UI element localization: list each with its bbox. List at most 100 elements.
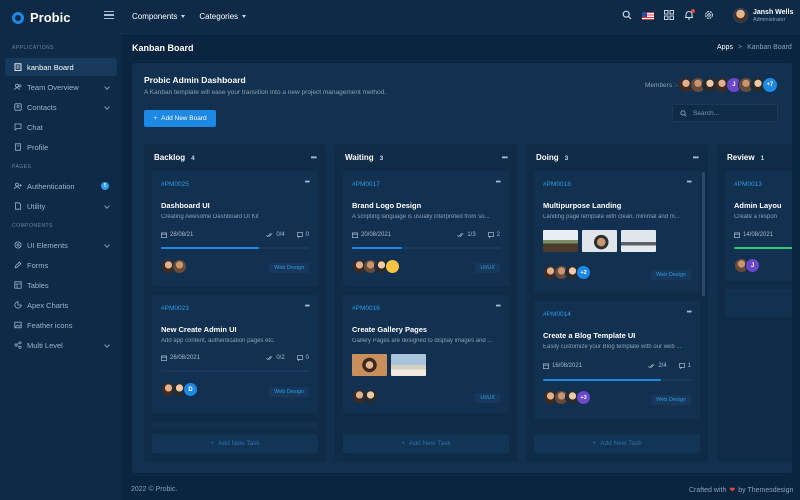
user-info: Jansh Wells Administrator	[753, 9, 793, 23]
logo[interactable]: Probic	[12, 10, 70, 25]
section-pages: PAGES	[12, 164, 32, 170]
apps-grid-icon[interactable]	[664, 10, 674, 20]
search-icon[interactable]	[622, 10, 632, 20]
footer-author[interactable]: by Themesdesign	[738, 487, 793, 494]
task-id[interactable]: #PM0016	[352, 305, 380, 312]
us-flag-icon[interactable]	[642, 12, 654, 20]
user-name: Jansh Wells	[753, 8, 794, 16]
task-card[interactable]: #PM0016 ••• Create Gallery Pages Gallery…	[343, 295, 509, 413]
user-menu[interactable]: Jansh Wells Administrator	[733, 8, 793, 23]
assignee-avatar[interactable]	[363, 389, 378, 404]
sidebar-item-utility[interactable]: Utility	[5, 197, 117, 215]
more-options-icon[interactable]: •••	[305, 303, 310, 310]
components-menu[interactable]: Components	[132, 12, 186, 21]
sidebar: APPLICATIONS kanban Board Team Overview …	[0, 34, 122, 500]
menu-toggle-icon[interactable]	[104, 11, 114, 19]
breadcrumb: Apps > Kanban Board	[717, 44, 792, 51]
more-assignees-badge[interactable]: +3	[576, 390, 591, 405]
sidebar-item-authentication[interactable]: Authentication 5	[5, 177, 117, 195]
plus-icon: +	[592, 440, 597, 447]
sidebar-item-profile[interactable]: Profile	[5, 138, 117, 156]
sidebar-item-multi-level[interactable]: Multi Level	[5, 336, 117, 354]
more-options-icon[interactable]: •••	[502, 153, 508, 162]
check-double-icon	[648, 364, 655, 369]
more-options-icon[interactable]: •••	[496, 303, 501, 310]
sidebar-item-contacts[interactable]: Contacts	[5, 98, 117, 116]
settings-gear-icon[interactable]	[704, 10, 714, 20]
task-progress-bar	[543, 379, 691, 381]
task-card[interactable]: #PM0017 ••• Brand Logo Design A scriptin…	[343, 171, 509, 286]
assignee-avatar[interactable]	[172, 259, 187, 274]
add-new-task-button[interactable]: + Add New Task	[152, 434, 318, 453]
task-tag: Web Design	[269, 387, 309, 397]
sidebar-item-tables[interactable]: Tables	[5, 276, 117, 294]
task-date: 16/08/2021	[543, 363, 582, 369]
attachment-image[interactable]	[391, 354, 426, 376]
chat-icon	[14, 123, 22, 131]
sidebar-item-apex-charts[interactable]: Apex Charts	[5, 296, 117, 314]
sidebar-item-team-overview[interactable]: Team Overview	[5, 78, 117, 96]
sidebar-item-label: Tables	[27, 280, 49, 290]
task-progress-bar	[161, 247, 309, 249]
chevron-down-icon	[104, 84, 110, 90]
task-card-partial[interactable]	[152, 422, 318, 428]
chevron-down-icon	[104, 342, 110, 348]
task-id[interactable]: #PM0017	[352, 181, 380, 188]
attachment-image[interactable]	[621, 230, 656, 252]
column-header: Review 1	[727, 153, 764, 162]
more-options-icon[interactable]: •••	[311, 153, 317, 162]
sidebar-item-label: Forms	[27, 260, 49, 270]
sidebar-item-forms[interactable]: Forms	[5, 256, 117, 274]
sidebar-item-ui-elements[interactable]: UI Elements	[5, 236, 117, 254]
more-assignees-badge[interactable]: +2	[576, 265, 591, 280]
task-id[interactable]: #PM0014	[543, 311, 571, 318]
add-new-task-button[interactable]: + Add New Task	[534, 434, 700, 453]
more-options-icon[interactable]: •••	[496, 179, 501, 186]
column-header: Backlog 4	[154, 153, 195, 162]
notification-bell-icon[interactable]	[684, 9, 695, 20]
task-meta: 26/08/2021 0/2 0	[161, 355, 309, 361]
more-options-icon[interactable]: •••	[687, 179, 692, 186]
search-input[interactable]	[693, 109, 773, 117]
task-card-partial[interactable]	[725, 289, 792, 317]
task-card[interactable]: #PM0025 ••• Dashboard UI Creating Awesom…	[152, 171, 318, 286]
categories-menu-label: Categories	[199, 12, 239, 21]
assignee-avatar[interactable]	[385, 259, 400, 274]
categories-menu[interactable]: Categories	[199, 12, 247, 21]
task-card[interactable]: #PM0014 ••• Create a Blog Template UI Ea…	[534, 301, 700, 419]
sidebar-item-label: Utility	[27, 201, 46, 211]
task-card[interactable]: #PM0018 ••• Multipurpose Landing Landing…	[534, 171, 700, 292]
column-doing: Doing 3 ••• #PM0018 ••• Multipurpose Land…	[526, 144, 708, 462]
task-id[interactable]: #PM0013	[734, 181, 762, 188]
more-options-icon[interactable]: •••	[687, 309, 692, 316]
column-scrollbar[interactable]	[702, 172, 705, 296]
task-progress-bar	[352, 247, 500, 249]
add-new-board-button[interactable]: + Add New Board	[144, 110, 216, 127]
add-new-task-button[interactable]: + Add New Task	[343, 434, 509, 453]
task-card[interactable]: #PM0023 ••• New Create Admin UI Add app …	[152, 295, 318, 413]
assignee-avatar-initial[interactable]: J	[745, 258, 760, 273]
attachment-image[interactable]	[543, 230, 578, 252]
chevron-down-icon	[104, 104, 110, 110]
assignee-avatar-initial[interactable]: D	[183, 382, 198, 397]
sidebar-item-feather-icons[interactable]: Feather icons	[5, 316, 117, 334]
attachment-image[interactable]	[582, 230, 617, 252]
attachment-image[interactable]	[352, 354, 387, 376]
sidebar-item-label: Apex Charts	[27, 300, 69, 310]
more-members-badge[interactable]: +7	[761, 77, 778, 93]
more-options-icon[interactable]: •••	[305, 179, 310, 186]
task-id[interactable]: #PM0018	[543, 181, 571, 188]
plus-icon: +	[401, 440, 406, 447]
sidebar-item-label: Multi Level	[27, 340, 63, 350]
sidebar-item-label: UI Elements	[27, 240, 68, 250]
task-id[interactable]: #PM0025	[161, 181, 189, 188]
breadcrumb-apps[interactable]: Apps	[717, 44, 733, 51]
comment-icon	[296, 355, 303, 361]
sidebar-item-chat[interactable]: Chat	[5, 118, 117, 136]
more-options-icon[interactable]: •••	[693, 153, 699, 162]
add-new-task-label: Add New Task	[409, 440, 451, 447]
task-card[interactable]: #PM0013 Admin Layou Create a respon 14/0…	[725, 171, 792, 281]
sidebar-item-kanban-board[interactable]: kanban Board	[5, 58, 117, 76]
task-comments: 2	[487, 232, 500, 238]
task-id[interactable]: #PM0023	[161, 305, 189, 312]
